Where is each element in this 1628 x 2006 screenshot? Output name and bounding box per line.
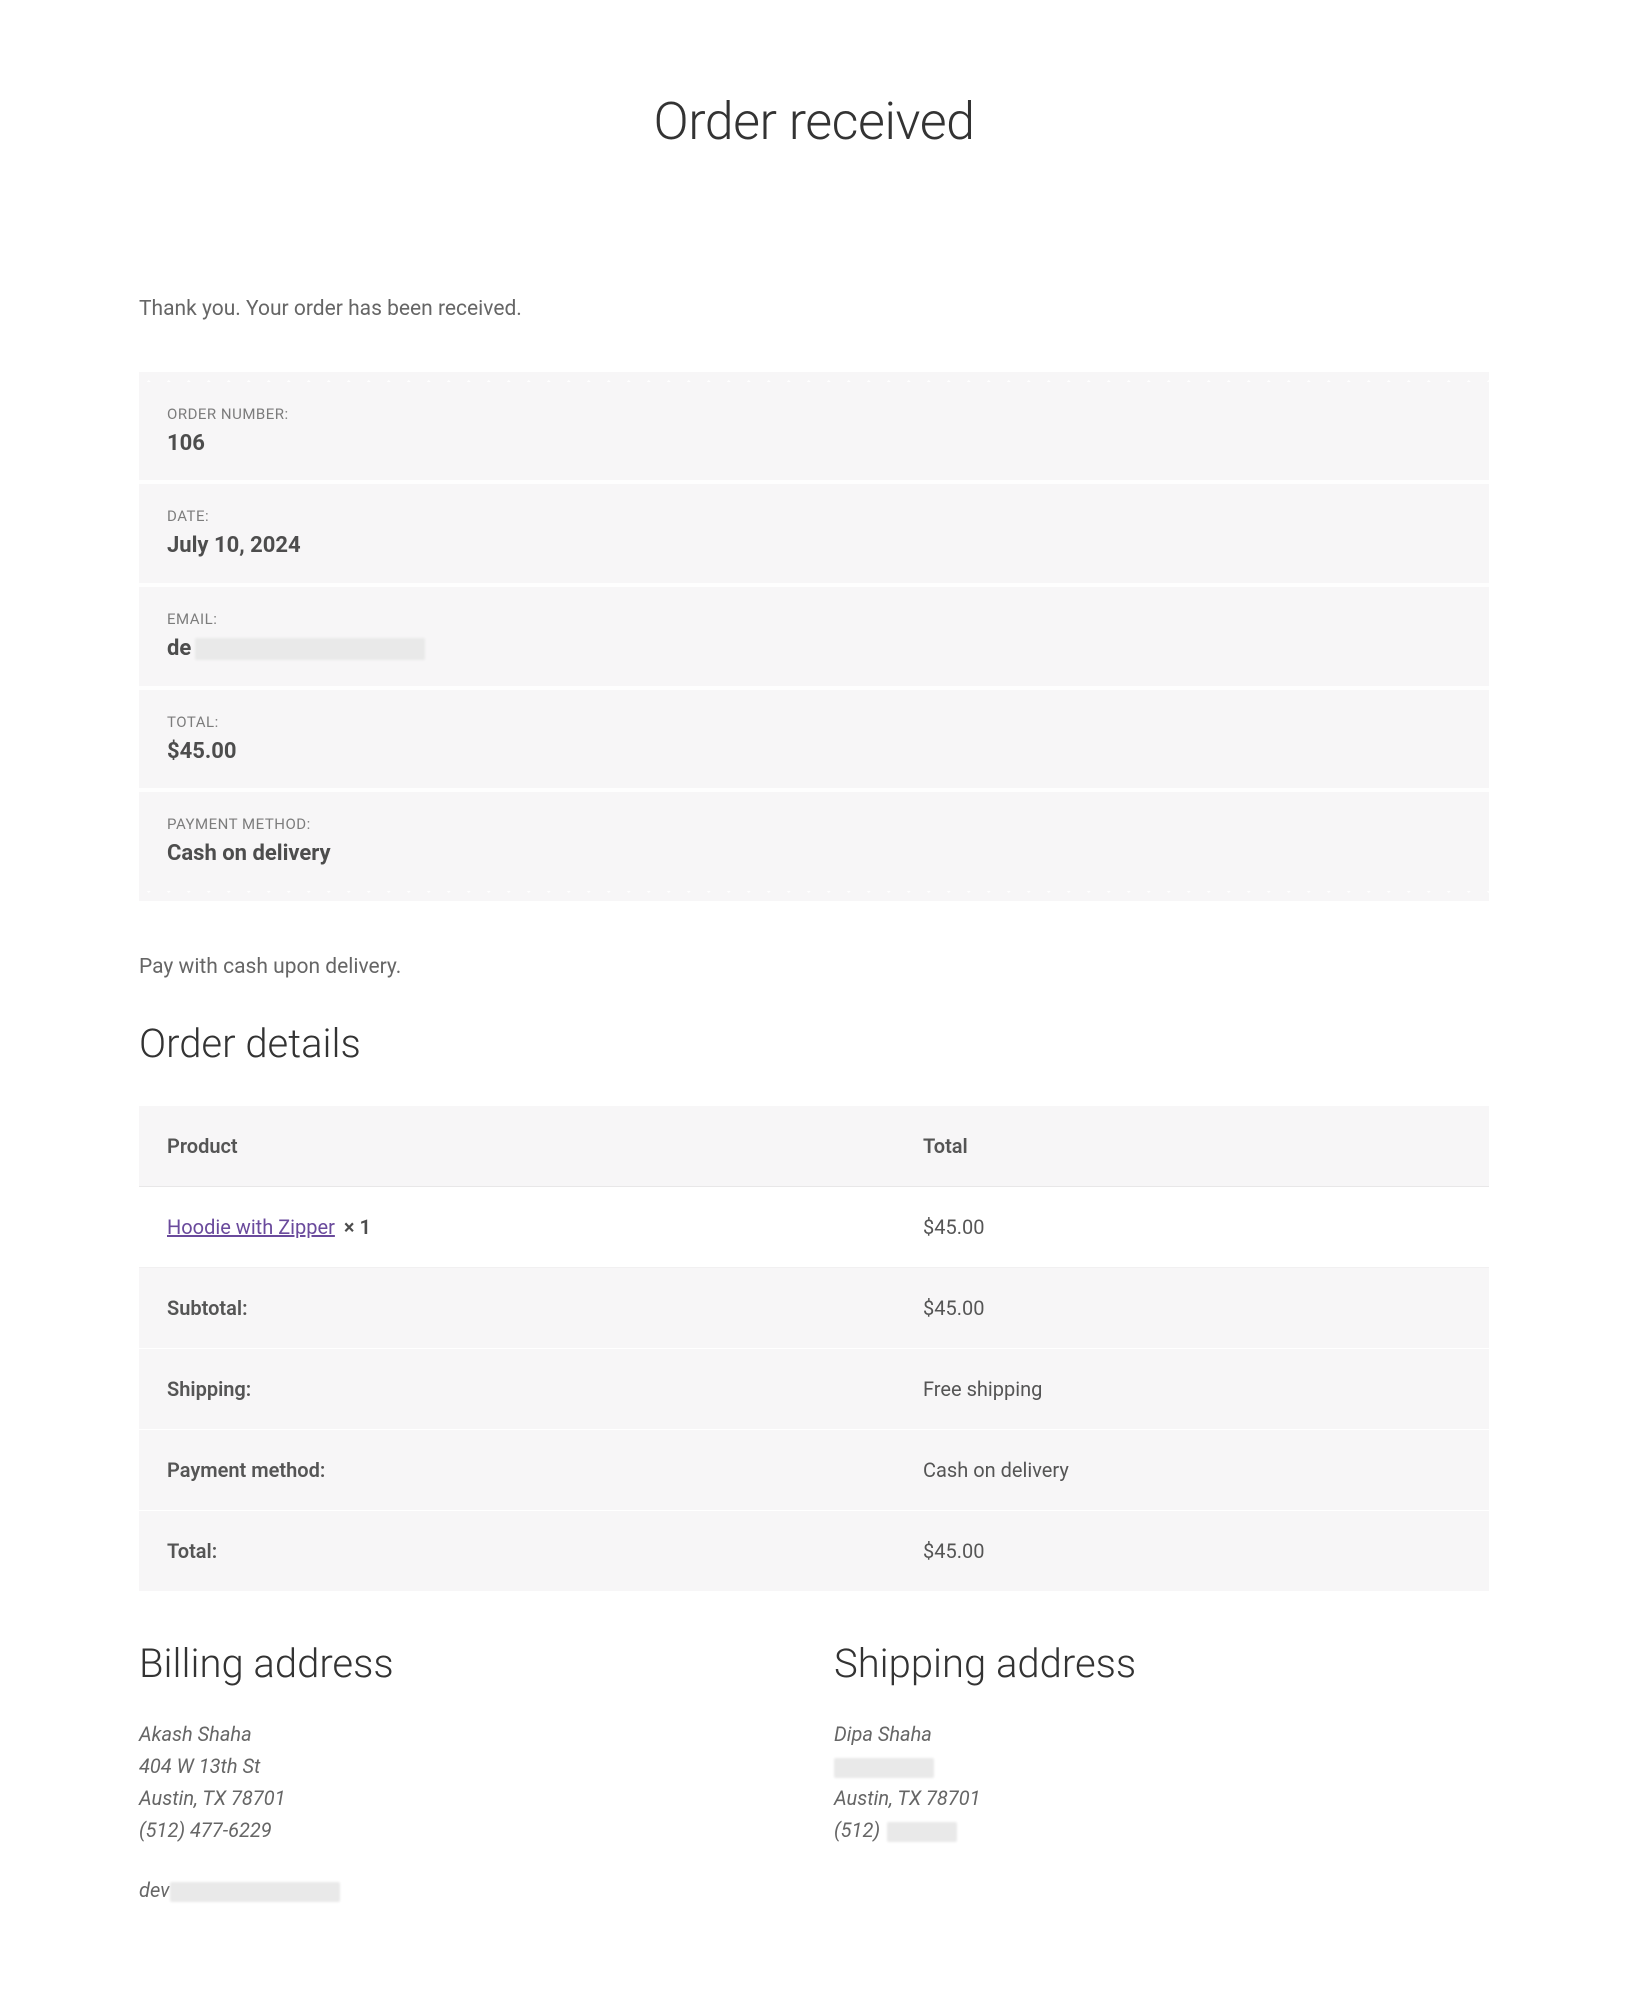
- shipping-name: Dipa Shaha: [834, 1718, 1489, 1750]
- shipping-city-state-zip: Austin, TX 78701: [834, 1782, 1489, 1814]
- product-cell: Hoodie with Zipper × 1: [139, 1187, 895, 1268]
- row-shipping: Shipping: Free shipping: [139, 1349, 1489, 1430]
- value-total: $45.00: [895, 1511, 1489, 1592]
- value-payment: Cash on delivery: [895, 1430, 1489, 1511]
- order-details-heading: Order details: [139, 1012, 1489, 1076]
- shipping-street-redacted: [834, 1750, 1489, 1782]
- overview-label: DATE:: [167, 504, 1461, 528]
- billing-email-redacted: dev: [139, 1874, 340, 1906]
- billing-city-state-zip: Austin, TX 78701: [139, 1782, 794, 1814]
- billing-name: Akash Shaha: [139, 1718, 794, 1750]
- page-title: Order received: [139, 80, 1489, 163]
- label-shipping: Shipping:: [139, 1349, 895, 1430]
- shipping-address: Dipa Shaha Austin, TX 78701 (512): [834, 1718, 1489, 1846]
- order-received-page: Order received Thank you. Your order has…: [44, 0, 1584, 2006]
- billing-address: Akash Shaha 404 W 13th St Austin, TX 787…: [139, 1718, 794, 1906]
- billing-address-col: Billing address Akash Shaha 404 W 13th S…: [139, 1632, 794, 1906]
- shipping-address-col: Shipping address Dipa Shaha Austin, TX 7…: [834, 1632, 1489, 1906]
- order-details-table: Product Total Hoodie with Zipper × 1 $45…: [139, 1106, 1489, 1592]
- overview-order-number: ORDER NUMBER: 106: [139, 382, 1489, 485]
- billing-phone: (512) 477-6229: [139, 1814, 794, 1846]
- table-header-row: Product Total: [139, 1106, 1489, 1187]
- overview-label: TOTAL:: [167, 710, 1461, 734]
- row-total: Total: $45.00: [139, 1511, 1489, 1592]
- overview-label: PAYMENT METHOD:: [167, 812, 1461, 836]
- label-subtotal: Subtotal:: [139, 1268, 895, 1349]
- overview-payment-method: PAYMENT METHOD: Cash on delivery: [139, 792, 1489, 891]
- product-total: $45.00: [895, 1187, 1489, 1268]
- payment-method-description: Pay with cash upon delivery.: [139, 951, 1489, 985]
- overview-email: EMAIL: de: [139, 587, 1489, 690]
- overview-value-redacted: de: [167, 635, 425, 664]
- order-overview-list: ORDER NUMBER: 106 DATE: July 10, 2024 EM…: [139, 382, 1489, 891]
- shipping-address-heading: Shipping address: [834, 1632, 1489, 1696]
- shipping-phone-redacted: (512): [834, 1814, 1489, 1846]
- value-shipping: Free shipping: [895, 1349, 1489, 1430]
- label-payment: Payment method:: [139, 1430, 895, 1511]
- overview-value: $45.00: [167, 738, 237, 767]
- col-total: Total: [895, 1106, 1489, 1187]
- product-qty: × 1: [344, 1215, 371, 1239]
- col-product: Product: [139, 1106, 895, 1187]
- billing-street: 404 W 13th St: [139, 1750, 794, 1782]
- row-subtotal: Subtotal: $45.00: [139, 1268, 1489, 1349]
- overview-date: DATE: July 10, 2024: [139, 484, 1489, 587]
- label-total: Total:: [139, 1511, 895, 1592]
- overview-total: TOTAL: $45.00: [139, 690, 1489, 793]
- overview-value: 106: [167, 430, 205, 459]
- billing-address-heading: Billing address: [139, 1632, 794, 1696]
- overview-value: July 10, 2024: [167, 532, 301, 561]
- overview-label: EMAIL:: [167, 607, 1461, 631]
- value-subtotal: $45.00: [895, 1268, 1489, 1349]
- overview-value: Cash on delivery: [167, 840, 331, 869]
- addresses: Billing address Akash Shaha 404 W 13th S…: [139, 1632, 1489, 1906]
- overview-label: ORDER NUMBER:: [167, 402, 1461, 426]
- product-link[interactable]: Hoodie with Zipper: [167, 1215, 335, 1239]
- table-row: Hoodie with Zipper × 1 $45.00: [139, 1187, 1489, 1268]
- thanks-message: Thank you. Your order has been received.: [139, 293, 1489, 327]
- row-payment: Payment method: Cash on delivery: [139, 1430, 1489, 1511]
